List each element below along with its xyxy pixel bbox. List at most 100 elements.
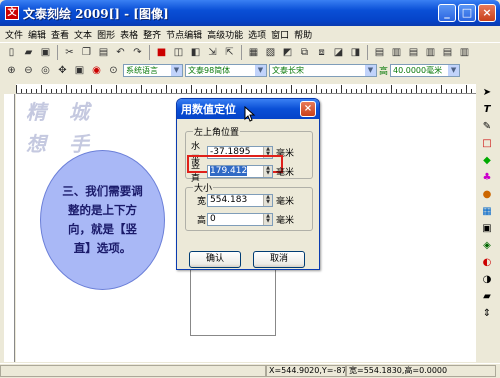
ruler-tick: [371, 89, 372, 93]
text-tool-icon[interactable]: T: [480, 103, 494, 117]
font-language-select[interactable]: 系统语言 ▼: [123, 63, 183, 77]
select-arrow-icon[interactable]: ➤: [480, 86, 494, 100]
ruler-tick: [116, 85, 117, 93]
ruler-tick: [351, 89, 352, 93]
zoom-in-icon[interactable]: ⊕: [4, 63, 19, 78]
ruler-tick: [291, 85, 292, 93]
cancel-button[interactable]: 取消: [253, 251, 305, 268]
maximize-button[interactable]: □: [458, 4, 476, 22]
align-top-icon[interactable]: ▥: [423, 45, 438, 60]
menu-node-edit[interactable]: 节点编辑: [165, 28, 203, 41]
ruler-tick: [136, 89, 137, 93]
zoom-area-icon[interactable]: ◎: [38, 63, 53, 78]
fill-tool-icon[interactable]: ◆: [480, 154, 494, 168]
align-bottom-icon[interactable]: ▤: [440, 45, 455, 60]
height-label: 高: [379, 66, 389, 77]
ruler-tick: [26, 89, 27, 93]
menu-edit[interactable]: 编辑: [27, 28, 47, 41]
ruler-tick: [71, 89, 72, 93]
ungroup-icon[interactable]: ▧: [263, 45, 278, 60]
new-file-icon[interactable]: ▯: [4, 45, 19, 60]
trim-icon[interactable]: ◨: [348, 45, 363, 60]
ruler-tick: [176, 89, 177, 93]
copy-icon[interactable]: ❐: [79, 45, 94, 60]
height-input[interactable]: 40.0000毫米 ▼: [390, 63, 461, 77]
ok-button[interactable]: 确认: [189, 251, 241, 268]
scroll-tool-icon[interactable]: ⇕: [480, 307, 494, 321]
ruler-tick: [296, 89, 297, 93]
menu-file[interactable]: 文件: [4, 28, 24, 41]
width-spinner[interactable]: ▲ ▼: [263, 195, 272, 206]
height-dim-spinner[interactable]: ▲ ▼: [263, 214, 272, 225]
rectangle-tool-icon[interactable]: □: [480, 137, 494, 151]
menu-advanced[interactable]: 高级功能: [206, 28, 244, 41]
eraser-tool-icon[interactable]: ▰: [480, 290, 494, 304]
close-button[interactable]: ×: [478, 4, 496, 22]
vertical-input[interactable]: 179.412 ▲ ▼: [207, 164, 273, 178]
menu-view[interactable]: 查看: [50, 28, 70, 41]
layer-icon[interactable]: ◩: [280, 45, 295, 60]
align-center-icon[interactable]: ▥: [389, 45, 404, 60]
menu-graphics[interactable]: 图形: [96, 28, 116, 41]
cut-icon[interactable]: ✂: [62, 45, 77, 60]
break-icon[interactable]: ⧈: [314, 45, 329, 60]
save-icon[interactable]: ▣: [38, 45, 53, 60]
align-right-icon[interactable]: ▤: [406, 45, 421, 60]
size-group-label: 大小: [193, 181, 214, 194]
menu-help[interactable]: 帮助: [293, 28, 313, 41]
zoom-selection-icon[interactable]: ⊙: [106, 63, 121, 78]
menu-options[interactable]: 选项: [247, 28, 267, 41]
pan-icon[interactable]: ✥: [55, 63, 70, 78]
dialog-title: 用数值定位: [181, 103, 236, 116]
ruler-tick: [166, 85, 167, 93]
export-icon[interactable]: ⇲: [205, 45, 220, 60]
menu-text[interactable]: 文本: [73, 28, 93, 41]
outline-tool-icon[interactable]: ◑: [480, 273, 494, 287]
effect-tool-icon[interactable]: ◈: [480, 239, 494, 253]
redo-icon[interactable]: ↷: [130, 45, 145, 60]
ruler-tick: [191, 85, 192, 93]
color-tool-icon[interactable]: ●: [480, 188, 494, 202]
table-tool-icon[interactable]: ▦: [480, 205, 494, 219]
print-icon[interactable]: ■: [154, 45, 169, 60]
zoom-fit-icon[interactable]: ▣: [72, 63, 87, 78]
shape-tool-icon[interactable]: ♣: [480, 171, 494, 185]
watermark-line-1: 精 城: [26, 100, 97, 124]
menu-align[interactable]: 整齐: [142, 28, 162, 41]
ruler-tick: [361, 89, 362, 93]
main-toolbar: ▯ ▰ ▣ ✂ ❐ ▤ ↶ ↷ ■ ◫ ◧ ⇲ ⇱ ▦ ▧ ◩ ⧉ ⧈ ◪ ◨ …: [0, 42, 500, 61]
ruler-tick: [31, 89, 32, 93]
width-input[interactable]: 554.183 ▲ ▼: [207, 194, 273, 207]
preview-icon[interactable]: ◧: [188, 45, 203, 60]
vertical-spinner[interactable]: ▲ ▼: [263, 165, 272, 177]
chevron-down-icon: ▼: [448, 64, 460, 76]
font-type-select[interactable]: 文泰长宋 ▼: [269, 63, 377, 77]
height-dim-input[interactable]: 0 ▲ ▼: [207, 213, 273, 226]
menu-window[interactable]: 窗口: [270, 28, 290, 41]
align-left-icon[interactable]: ▤: [372, 45, 387, 60]
dialog-close-button[interactable]: ×: [300, 101, 316, 117]
minimize-button[interactable]: _: [438, 4, 456, 22]
ruler-tick: [246, 89, 247, 93]
image-tool-icon[interactable]: ▣: [480, 222, 494, 236]
zoom-page-icon[interactable]: ◉: [89, 63, 104, 78]
ruler-tick: [101, 89, 102, 93]
ruler-tick: [386, 89, 387, 93]
import-icon[interactable]: ⇱: [222, 45, 237, 60]
menu-table[interactable]: 表格: [119, 28, 139, 41]
group-icon[interactable]: ▦: [246, 45, 261, 60]
position-group-label: 左上角位置: [193, 125, 241, 138]
undo-icon[interactable]: ↶: [113, 45, 128, 60]
height-value: 40.0000毫米: [393, 65, 443, 75]
zoom-out-icon[interactable]: ⊖: [21, 63, 36, 78]
pen-tool-icon[interactable]: ✎: [480, 120, 494, 134]
distribute-icon[interactable]: ▥: [457, 45, 472, 60]
weld-icon[interactable]: ◪: [331, 45, 346, 60]
open-folder-icon[interactable]: ▰: [21, 45, 36, 60]
font-name-select[interactable]: 文泰98简体 ▼: [185, 63, 267, 77]
cut-plot-icon[interactable]: ◫: [171, 45, 186, 60]
ruler-tick: [261, 89, 262, 93]
paste-icon[interactable]: ▤: [96, 45, 111, 60]
node-tool-icon[interactable]: ◐: [480, 256, 494, 270]
combine-icon[interactable]: ⧉: [297, 45, 312, 60]
